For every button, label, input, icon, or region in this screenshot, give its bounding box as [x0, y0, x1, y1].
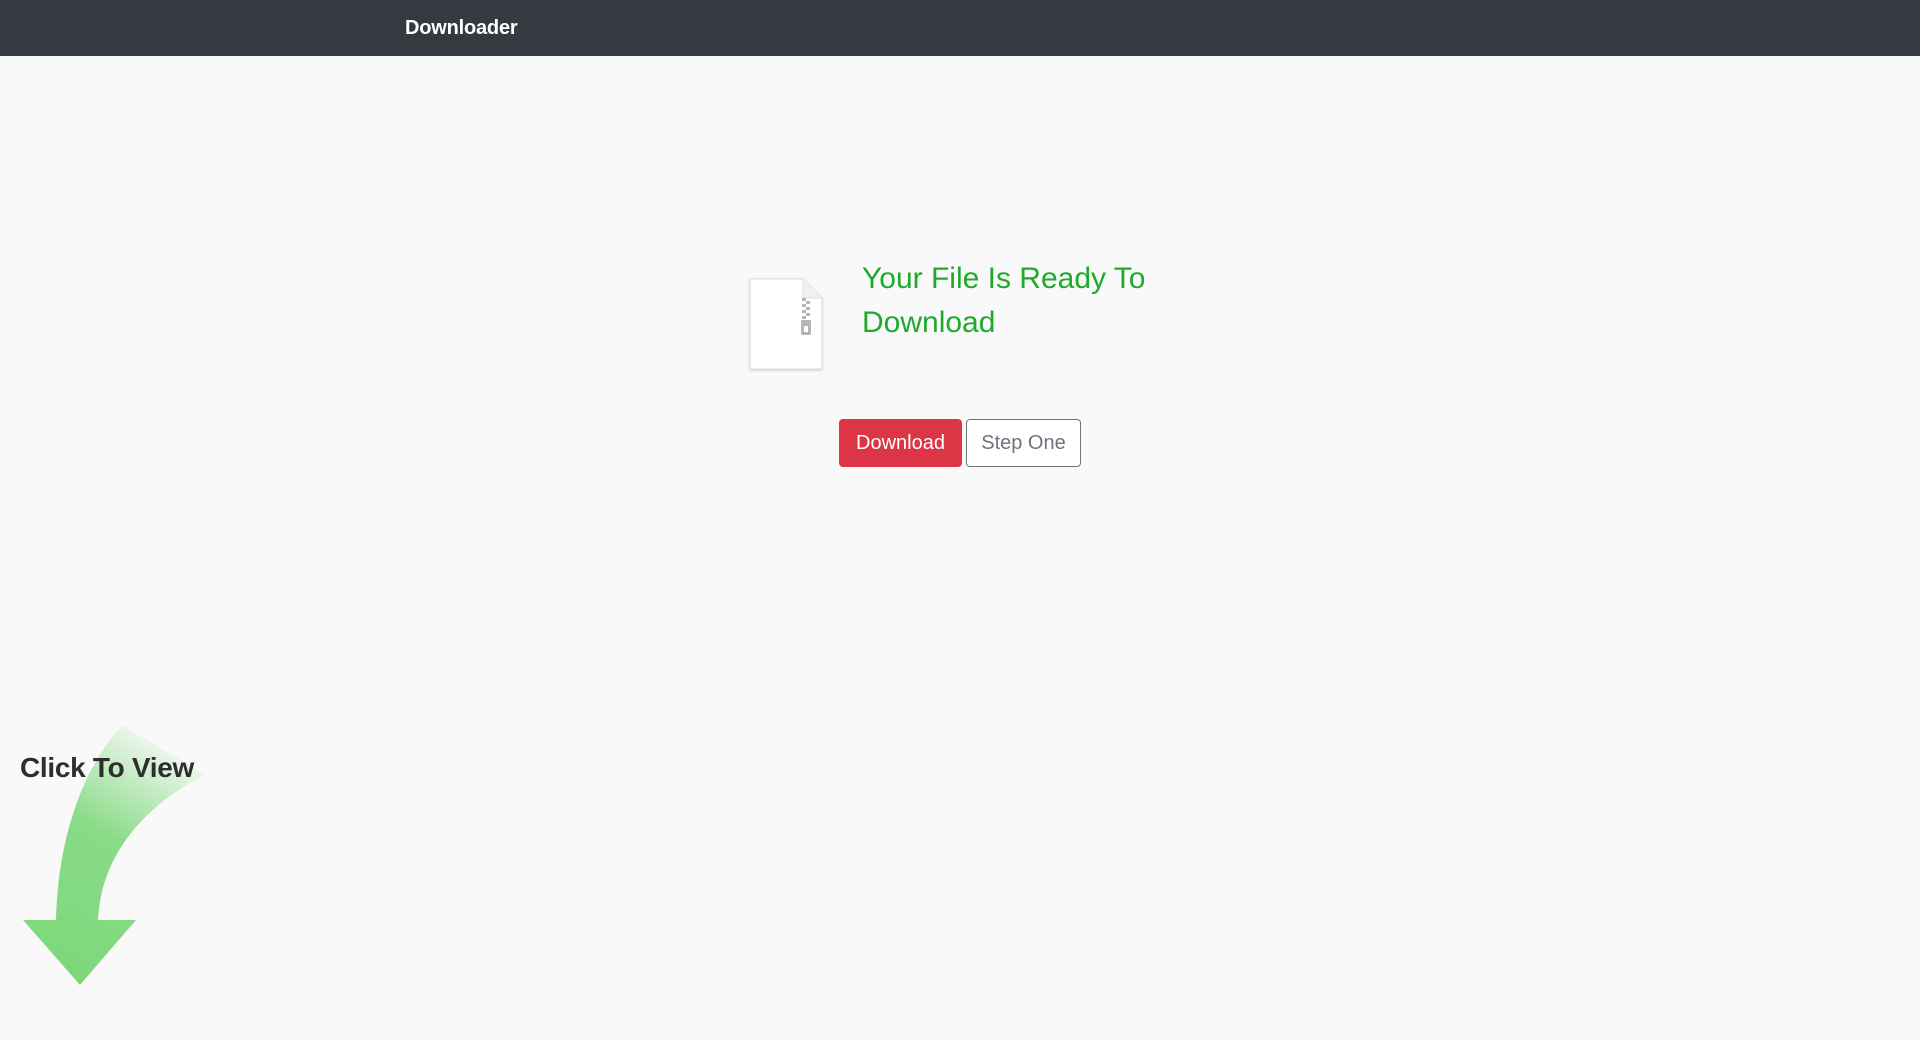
click-to-view-label[interactable]: Click To View: [20, 752, 194, 784]
file-ready-headline: Your File Is Ready To Download: [862, 262, 1146, 339]
brand-link[interactable]: Downloader: [405, 0, 518, 56]
step-one-button[interactable]: Step One: [966, 419, 1081, 467]
download-button[interactable]: Download: [839, 419, 962, 467]
navbar: Downloader: [0, 0, 1920, 56]
zip-file-icon: [747, 276, 825, 372]
